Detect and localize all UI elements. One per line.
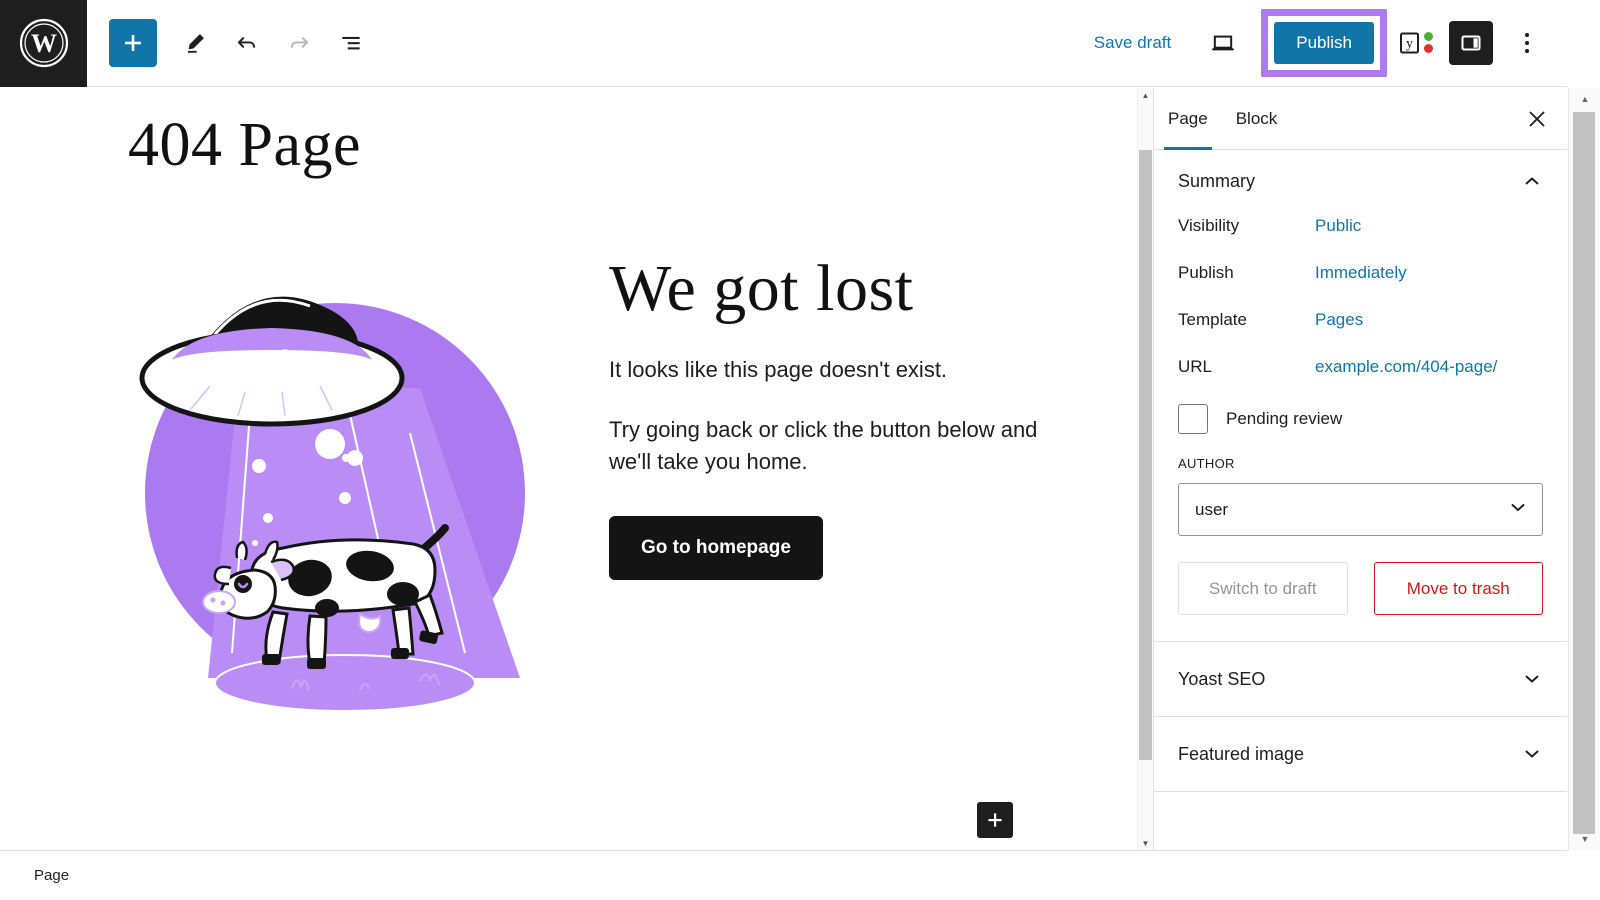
canvas-block-inserter-button[interactable] [977, 802, 1013, 838]
yoast-dot-green [1424, 32, 1433, 42]
plus-icon [125, 35, 141, 51]
featured-image-panel-title: Featured image [1178, 743, 1305, 764]
editor-bottom-bar: Page [0, 850, 1567, 900]
summary-panel-body: Visibility Public Publish Immediately Te… [1154, 206, 1567, 641]
three-dots-vertical-icon [1525, 32, 1529, 37]
author-section-label: AUTHOR [1178, 456, 1235, 471]
editor-top-toolbar: W Save draft Publish y [0, 0, 1567, 87]
visibility-label: Visibility [1178, 216, 1240, 235]
publish-date-label: Publish [1178, 263, 1234, 282]
document-overview-icon [342, 36, 360, 50]
chevron-down-icon[interactable] [1521, 743, 1543, 765]
laptop-preview-icon [1212, 35, 1235, 51]
featured-image-panel[interactable]: Featured image [1154, 717, 1567, 792]
ufo-abducting-cow-illustration[interactable] [120, 258, 560, 718]
go-to-homepage-button[interactable]: Go to homepage [609, 515, 823, 580]
dot [1525, 40, 1529, 45]
chevron-up-icon[interactable] [1521, 170, 1543, 192]
author-select[interactable]: user [1178, 483, 1543, 536]
canvas-scrollbar[interactable]: ▲ ▼ [1137, 88, 1152, 850]
document-overview-button[interactable] [327, 19, 375, 67]
template-label: Template [1178, 310, 1247, 329]
tools-pencil-button[interactable] [171, 19, 219, 67]
save-draft-button[interactable]: Save draft [1080, 25, 1186, 61]
content-right-column: We got lost It looks like this page does… [609, 253, 1079, 580]
summary-row-url: URL example.com/404-page/ [1178, 357, 1543, 377]
browser-scrollbar-thumb[interactable] [1573, 112, 1595, 834]
canvas-scrollbar-thumb[interactable] [1139, 150, 1152, 760]
publish-button[interactable]: Publish [1274, 22, 1374, 64]
tab-page[interactable]: Page [1154, 89, 1222, 150]
yoast-seo-panel[interactable]: Yoast SEO [1154, 642, 1567, 717]
chevron-down-icon [1508, 497, 1528, 522]
close-x-icon [1529, 110, 1545, 127]
settings-panel-icon [1461, 35, 1481, 51]
template-value-button[interactable]: Pages [1315, 310, 1363, 330]
summary-action-buttons: Switch to draft Move to trash [1178, 562, 1543, 641]
settings-sidebar: Page Block Summary Visibility Public Pub… [1153, 88, 1567, 850]
scroll-up-arrow-icon[interactable]: ▲ [1569, 88, 1600, 110]
wordpress-logo-icon[interactable]: W [0, 0, 87, 87]
toolbar-right-group: Save draft Publish y [1080, 9, 1567, 77]
yoast-dot-red [1424, 44, 1433, 54]
publish-date-value-button[interactable]: Immediately [1315, 263, 1407, 283]
summary-row-visibility: Visibility Public [1178, 216, 1543, 236]
content-paragraph-2[interactable]: Try going back or click the button below… [609, 414, 1079, 478]
summary-panel-title: Summary [1178, 170, 1256, 191]
move-to-trash-button[interactable]: Move to trash [1373, 562, 1543, 615]
browser-scrollbar[interactable]: ▲ ▼ [1568, 88, 1600, 850]
page-title[interactable]: 404 Page [128, 110, 361, 181]
yoast-seo-icon[interactable]: y [1395, 19, 1437, 67]
close-sidebar-button[interactable] [1515, 97, 1559, 141]
editor-canvas[interactable]: 404 Page We got lost It looks like this … [0, 88, 1152, 850]
breadcrumb[interactable]: Page [34, 867, 69, 884]
visibility-value-button[interactable]: Public [1315, 216, 1361, 236]
editor-options-button[interactable] [1505, 19, 1549, 67]
svg-text:W: W [31, 29, 57, 58]
content-heading[interactable]: We got lost [609, 253, 1079, 325]
plus-icon [988, 813, 1002, 827]
preview-button[interactable] [1199, 19, 1247, 67]
pending-review-label: Pending review [1226, 409, 1343, 428]
yoast-seo-panel-title: Yoast SEO [1178, 668, 1266, 689]
chevron-down-icon[interactable] [1521, 668, 1543, 690]
summary-panel-header[interactable]: Summary [1154, 150, 1567, 206]
sidebar-tabs: Page Block [1154, 88, 1567, 150]
scroll-down-arrow-icon[interactable]: ▼ [1569, 828, 1600, 850]
url-value-button[interactable]: example.com/404-page/ [1315, 357, 1497, 377]
scroll-down-arrow-icon[interactable]: ▼ [1138, 836, 1153, 850]
undo-arrow-icon [237, 37, 256, 48]
add-block-button[interactable] [109, 19, 157, 67]
toolbar-left-group [87, 19, 375, 67]
summary-row-template: Template Pages [1178, 310, 1543, 330]
dot [1525, 48, 1529, 53]
undo-button[interactable] [223, 19, 271, 67]
author-selected-value: user [1195, 499, 1229, 519]
switch-to-draft-button[interactable]: Switch to draft [1178, 562, 1348, 615]
pencil-icon [187, 34, 204, 53]
scroll-up-arrow-icon[interactable]: ▲ [1138, 88, 1153, 102]
pending-review-checkbox[interactable] [1178, 404, 1208, 434]
publish-highlight-annotation: Publish [1261, 9, 1387, 77]
settings-sidebar-toggle-button[interactable] [1449, 20, 1493, 65]
svg-text:y: y [1406, 36, 1413, 51]
tab-block[interactable]: Block [1222, 89, 1292, 149]
pending-review-row: Pending review [1178, 404, 1543, 434]
summary-row-publish: Publish Immediately [1178, 263, 1543, 283]
url-label: URL [1178, 357, 1213, 376]
wordpress-block-editor: W Save draft Publish y 404 Page We got l… [0, 0, 1600, 900]
redo-arrow-icon [290, 37, 309, 48]
content-paragraph-1[interactable]: It looks like this page doesn't exist. [609, 354, 1079, 386]
redo-button[interactable] [275, 19, 323, 67]
yoast-status-dots [1424, 32, 1433, 54]
